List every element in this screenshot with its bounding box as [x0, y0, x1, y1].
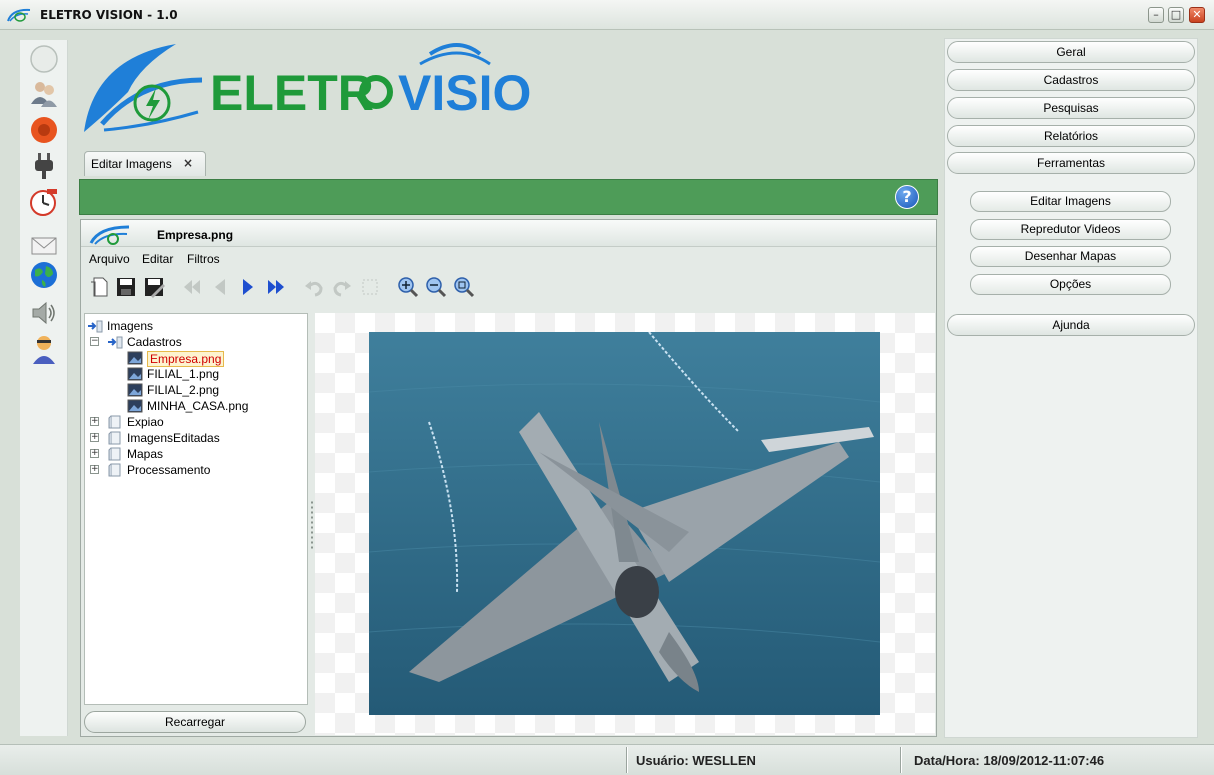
expand-toggle[interactable]: +: [90, 449, 99, 458]
clock-icon[interactable]: [29, 187, 59, 217]
save-as-icon[interactable]: [143, 276, 165, 298]
last-icon[interactable]: [265, 276, 287, 298]
minimize-button[interactable]: –: [1148, 7, 1164, 23]
jet-photo: [369, 332, 880, 715]
image-file-icon: [127, 367, 143, 381]
maximize-button[interactable]: □: [1168, 7, 1184, 23]
tree-folder-expiao[interactable]: Expiao: [107, 414, 287, 430]
editor-titlebar: Empresa.png: [81, 220, 936, 247]
users-icon[interactable]: [29, 78, 59, 108]
redo-icon: [333, 281, 351, 297]
tree-root[interactable]: Imagens: [87, 318, 287, 334]
editor-file-title: Empresa.png: [157, 228, 234, 242]
globe-icon[interactable]: [29, 260, 59, 290]
tree-folder-mapas[interactable]: Mapas: [107, 446, 287, 462]
green-header-bar: ?: [79, 179, 938, 215]
editor-logo-icon: [89, 225, 130, 245]
folder-icon: [108, 415, 121, 429]
reload-button[interactable]: Recarregar: [84, 711, 306, 733]
tree-file-minha-casa[interactable]: MINHA_CASA.png: [127, 398, 287, 414]
tree-folder-processamento[interactable]: Processamento: [107, 462, 287, 478]
tree-folder-cadastros[interactable]: Cadastros: [107, 334, 287, 350]
image-canvas[interactable]: [315, 313, 935, 735]
editor-toolbar: [81, 270, 936, 306]
nav-geral[interactable]: Geral: [947, 41, 1195, 63]
zoom-in-icon[interactable]: [397, 276, 419, 298]
status-separator: [900, 747, 902, 773]
prev-icon: [215, 279, 225, 295]
speaker-icon[interactable]: [29, 298, 59, 328]
file-tree: Imagens − Cadastros Empresa.png FILIAL_1…: [84, 313, 308, 705]
collapse-toggle[interactable]: −: [90, 337, 99, 346]
image-file-icon: [127, 351, 143, 365]
selected-file-label: Empresa.png: [147, 351, 225, 367]
record-icon[interactable]: [29, 115, 59, 145]
tree-file-filial-2[interactable]: FILIAL_2.png: [127, 382, 287, 398]
folder-arrow-icon: [88, 320, 103, 333]
subnav-desenhar-mapas[interactable]: Desenhar Mapas: [970, 246, 1171, 267]
folder-icon: [108, 463, 121, 477]
plug-icon[interactable]: [29, 150, 59, 180]
mail-icon[interactable]: [29, 230, 59, 260]
zoom-out-icon[interactable]: [425, 276, 447, 298]
undo-icon: [305, 281, 323, 297]
expand-toggle[interactable]: +: [90, 433, 99, 442]
subnav-opcoes[interactable]: Opções: [970, 274, 1171, 295]
window-title: ELETRO VISION - 1.0: [40, 8, 178, 22]
app-logo-icon: [7, 8, 31, 22]
close-button[interactable]: ✕: [1189, 7, 1205, 23]
user-icon[interactable]: [29, 334, 59, 364]
window-titlebar: ELETRO VISION - 1.0 – □ ✕: [0, 0, 1214, 30]
brand-logo: ELETR VISION: [84, 43, 530, 132]
menu-arquivo[interactable]: Arquivo: [89, 252, 130, 266]
panel-splitter[interactable]: [310, 500, 314, 550]
tree-file-filial-1[interactable]: FILIAL_1.png: [127, 366, 287, 382]
status-separator: [626, 747, 628, 773]
new-icon[interactable]: [89, 276, 111, 298]
folder-arrow-icon: [108, 336, 123, 349]
subnav-repredutor-videos[interactable]: Repredutor Videos: [970, 219, 1171, 240]
first-icon: [184, 280, 200, 294]
zoom-fit-icon[interactable]: [453, 276, 475, 298]
image-editor-frame: Empresa.png Arquivo Editar Filtros Image…: [80, 219, 937, 737]
nav-cadastros[interactable]: Cadastros: [947, 69, 1195, 91]
nav-ajunda[interactable]: Ajunda: [947, 314, 1195, 336]
status-user: Usuário: WESLLEN: [636, 753, 756, 768]
expand-toggle[interactable]: +: [90, 417, 99, 426]
select-icon: [362, 279, 378, 295]
editor-menubar: Arquivo Editar Filtros: [81, 248, 936, 270]
wordmark-vision: VISION: [398, 65, 530, 121]
status-bar: Usuário: WESLLEN Data/Hora: 18/09/2012-1…: [0, 744, 1214, 775]
tree-file-empresa[interactable]: Empresa.png: [127, 350, 287, 367]
save-icon[interactable]: [115, 276, 137, 298]
nav-pesquisas[interactable]: Pesquisas: [947, 97, 1195, 119]
tab-label: Editar Imagens: [91, 157, 172, 171]
menu-editar[interactable]: Editar: [142, 252, 173, 266]
expand-toggle[interactable]: +: [90, 465, 99, 474]
status-datetime: Data/Hora: 18/09/2012-11:07:46: [914, 753, 1105, 768]
menu-filtros[interactable]: Filtros: [187, 252, 220, 266]
image-file-icon: [127, 399, 143, 413]
tab-close-icon[interactable]: ×: [183, 156, 193, 170]
subnav-editar-imagens[interactable]: Editar Imagens: [970, 191, 1171, 212]
left-icon-strip: [20, 40, 68, 736]
right-nav-panel: Geral Cadastros Pesquisas Relatórios Fer…: [944, 38, 1198, 738]
nav-ferramentas[interactable]: Ferramentas: [947, 152, 1195, 174]
image-file-icon: [127, 383, 143, 397]
tab-editar-imagens[interactable]: Editar Imagens ×: [84, 151, 206, 176]
next-icon[interactable]: [237, 276, 259, 298]
help-icon[interactable]: ?: [895, 185, 919, 209]
folder-icon: [108, 431, 121, 445]
folder-icon: [108, 447, 121, 461]
blank-circle-icon[interactable]: [29, 44, 59, 74]
tree-folder-imagenseditadas[interactable]: ImagensEditadas: [107, 430, 287, 446]
wordmark-eletro: ELETR: [210, 65, 374, 121]
nav-relatorios[interactable]: Relatórios: [947, 125, 1195, 147]
